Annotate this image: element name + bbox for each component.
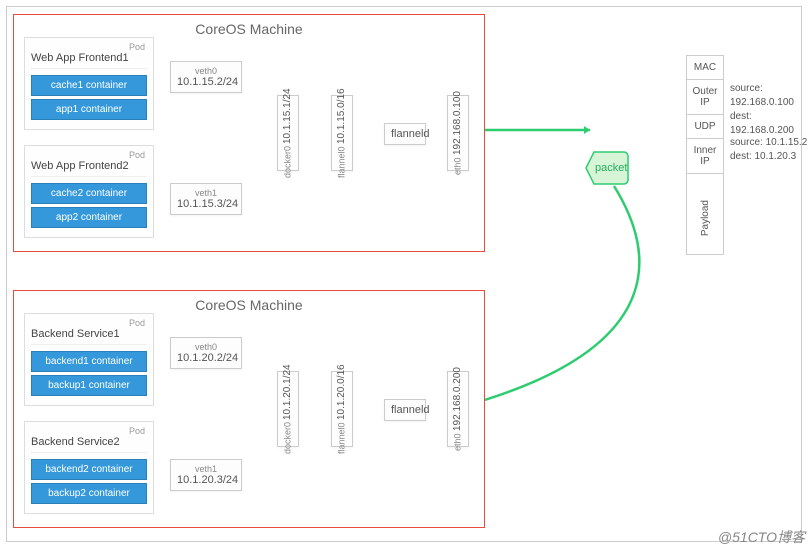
flanneld-label: flanneld [391,128,430,140]
flannel0-box: flannel010.1.15.0/16 [331,95,353,171]
watermark: @51CTO博客 [718,527,805,547]
stack-outer-ip: Outer IP [687,80,723,115]
flannel0-box-2: flannel010.1.20.0/16 [331,371,353,447]
pod-frontend2: Pod Web App Frontend2 cache2 container a… [24,145,154,238]
stack-inner-ip: Inner IP [687,139,723,174]
outer-dst: dest: 192.168.0.200 [730,110,809,138]
stack-payload-cell: Payload [687,174,723,254]
flannel0-ip: 10.1.20.0/16 [336,364,348,420]
flanneld-label: flanneld [391,404,430,416]
container-backup2[interactable]: backup2 container [31,483,147,504]
veth1-ip: 10.1.15.3/24 [177,198,235,210]
docker0-ip: 10.1.20.1/24 [282,364,294,420]
veth0-label: veth0 [177,66,235,76]
eth0-box-2: eth0192.168.0.200 [447,371,469,447]
pod-title: Backend Service2 [31,436,147,453]
pod-title: Backend Service1 [31,328,147,345]
pod-label: Pod [31,318,147,328]
veth0-ip: 10.1.20.2/24 [177,352,235,364]
veth0-box: veth0 10.1.15.2/24 [170,61,242,93]
flannel0-ip: 10.1.15.0/16 [336,88,348,144]
encap-stack: MAC Outer IP UDP Inner IP Payload [686,55,724,255]
container-cache2[interactable]: cache2 container [31,183,147,204]
veth0-label: veth0 [177,342,235,352]
inner-dst: dest: 10.1.20.3 [730,150,807,164]
container-cache1[interactable]: cache1 container [31,75,147,96]
docker0-label: docker0 [283,146,294,178]
eth0-ip: 192.168.0.200 [452,367,464,431]
pod-title: Web App Frontend2 [31,160,147,177]
docker0-box: docker010.1.15.1/24 [277,95,299,171]
veth1-ip: 10.1.20.3/24 [177,474,235,486]
pod-backend2: Pod Backend Service2 backend2 container … [24,421,154,514]
inner-src: source: 10.1.15.2 [730,136,807,150]
pod-frontend1: Pod Web App Frontend1 cache1 container a… [24,37,154,130]
eth0-ip: 192.168.0.100 [452,91,464,155]
container-app1[interactable]: app1 container [31,99,147,120]
flanneld-box: flanneld [384,123,426,145]
container-backend1[interactable]: backend1 container [31,351,147,372]
docker0-label: docker0 [283,422,294,454]
stack-mac: MAC [687,56,723,80]
veth0-ip: 10.1.15.2/24 [177,76,235,88]
pod-label: Pod [31,426,147,436]
veth1-box: veth1 10.1.15.3/24 [170,183,242,215]
packet-label: packet [595,162,627,174]
outer-ip-anno: source: 192.168.0.100 dest: 192.168.0.20… [730,82,809,138]
eth0-label: eth0 [453,433,464,451]
container-backup1[interactable]: backup1 container [31,375,147,396]
machine-1-title: CoreOS Machine [14,21,484,37]
machine-1: CoreOS Machine Pod Web App Frontend1 cac… [13,14,485,252]
stack-payload: Payload [700,180,711,256]
pod-title: Web App Frontend1 [31,52,147,69]
eth0-label: eth0 [453,157,464,175]
stack-udp: UDP [687,115,723,139]
pod-label: Pod [31,150,147,160]
outer-src: source: 192.168.0.100 [730,82,809,110]
machine-2-title: CoreOS Machine [14,297,484,313]
veth1-label: veth1 [177,188,235,198]
veth0-box-2: veth0 10.1.20.2/24 [170,337,242,369]
container-backend2[interactable]: backend2 container [31,459,147,480]
eth0-box: eth0192.168.0.100 [447,95,469,171]
flanneld-box-2: flanneld [384,399,426,421]
pod-backend1: Pod Backend Service1 backend1 container … [24,313,154,406]
flannel0-label: flannel0 [337,146,348,178]
flannel0-label: flannel0 [337,422,348,454]
machine-2: CoreOS Machine Pod Backend Service1 back… [13,290,485,528]
docker0-ip: 10.1.15.1/24 [282,88,294,144]
container-app2[interactable]: app2 container [31,207,147,228]
veth1-label: veth1 [177,464,235,474]
inner-ip-anno: source: 10.1.15.2 dest: 10.1.20.3 [730,136,807,164]
docker0-box-2: docker010.1.20.1/24 [277,371,299,447]
pod-label: Pod [31,42,147,52]
veth1-box-2: veth1 10.1.20.3/24 [170,459,242,491]
